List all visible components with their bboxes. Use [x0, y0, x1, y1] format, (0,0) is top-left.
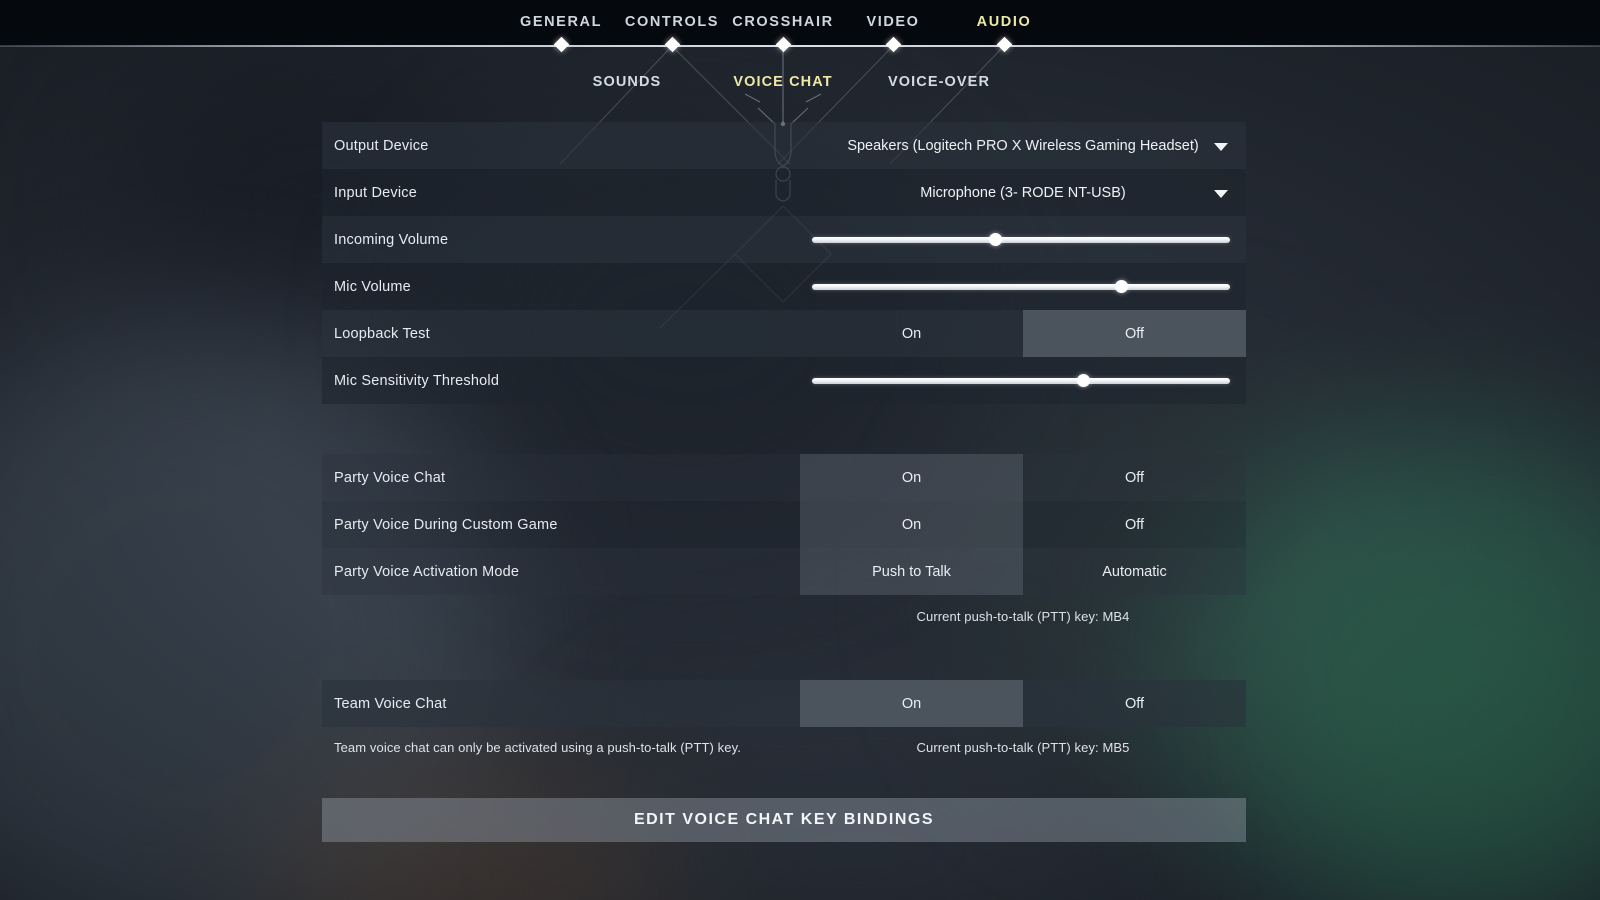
setting-label-party-voice-chat: Party Voice Chat	[334, 469, 446, 486]
toggle-party-voice-during-custom-game: On Off	[800, 501, 1246, 548]
voice-chat-settings-panel: Output Device Speakers (Logitech PRO X Wi…	[322, 122, 1246, 757]
dropdown-value-input-device: Microphone (3- RODE NT-USB)	[920, 184, 1126, 201]
tab-video[interactable]: VIDEO	[866, 14, 919, 30]
slider-incoming-volume[interactable]	[812, 233, 1230, 246]
toggle-option-loopback-test-on[interactable]: On	[800, 310, 1023, 357]
party-voice-group: Party Voice Chat On Off Party Voice During …	[322, 454, 1246, 595]
setting-control-output-device: Speakers (Logitech PRO X Wireless Gaming…	[800, 122, 1246, 169]
setting-control-party-voice-during-custom-game: On Off	[800, 501, 1246, 548]
toggle-option-team-voice-chat-on[interactable]: On	[800, 680, 1023, 727]
setting-row-mic-volume: Mic Volume	[322, 263, 1246, 310]
setting-control-party-voice-activation-mode: Push to Talk Automatic	[800, 548, 1246, 595]
toggle-option-party-voice-activation-mode-automatic[interactable]: Automatic	[1023, 548, 1246, 595]
tab-audio[interactable]: AUDIO	[977, 14, 1032, 30]
setting-row-mic-sensitivity-threshold: Mic Sensitivity Threshold	[322, 357, 1246, 404]
dropdown-output-device[interactable]: Speakers (Logitech PRO X Wireless Gaming…	[800, 122, 1246, 169]
toggle-option-party-voice-during-custom-game-off[interactable]: Off	[1023, 501, 1246, 548]
toggle-loopback-test: On Off	[800, 310, 1246, 357]
setting-control-party-voice-chat: On Off	[800, 454, 1246, 501]
dropdown-value-output-device: Speakers (Logitech PRO X Wireless Gaming…	[847, 137, 1199, 154]
toggle-party-voice-activation-mode: Push to Talk Automatic	[800, 548, 1246, 595]
chevron-down-icon	[1214, 189, 1228, 198]
slider-mic-sensitivity-threshold[interactable]	[812, 374, 1230, 387]
edit-bindings-label: EDIT VOICE CHAT KEY BINDINGS	[633, 811, 935, 828]
setting-label-output-device: Output Device	[334, 137, 429, 154]
setting-label-input-device: Input Device	[334, 184, 417, 201]
toggle-option-party-voice-chat-on[interactable]: On	[800, 454, 1023, 501]
edit-voice-chat-key-bindings-button[interactable]: EDIT VOICE CHAT KEY BINDINGS	[322, 798, 1246, 842]
dropdown-input-device[interactable]: Microphone (3- RODE NT-USB)	[800, 169, 1246, 216]
toggle-option-team-voice-chat-off[interactable]: Off	[1023, 680, 1246, 727]
setting-row-input-device: Input Device Microphone (3- RODE NT-USB)	[322, 169, 1246, 216]
setting-row-loopback-test: Loopback Test On Off	[322, 310, 1246, 357]
slider-handle-mic-sensitivity-threshold[interactable]	[1077, 374, 1091, 387]
setting-row-team-voice-chat: Team Voice Chat On Off	[322, 680, 1246, 727]
setting-label-party-voice-activation-mode: Party Voice Activation Mode	[334, 563, 520, 580]
chevron-down-icon	[1214, 142, 1228, 151]
setting-label-team-voice-chat: Team Voice Chat	[334, 695, 447, 712]
slider-mic-volume[interactable]	[812, 280, 1230, 293]
audio-device-group: Output Device Speakers (Logitech PRO X Wi…	[322, 122, 1246, 404]
toggle-option-party-voice-activation-mode-push-to-talk[interactable]: Push to Talk	[800, 548, 1023, 595]
toggle-team-voice-chat: On Off	[800, 680, 1246, 727]
setting-label-incoming-volume: Incoming Volume	[334, 231, 449, 248]
toggle-option-party-voice-during-custom-game-on[interactable]: On	[800, 501, 1023, 548]
sub-tab-bar: SOUNDS VOICE CHAT VOICE-OVER	[0, 46, 1600, 102]
setting-label-loopback-test: Loopback Test	[334, 325, 430, 342]
setting-control-team-voice-chat: On Off	[800, 680, 1246, 727]
party-ptt-key-note: Current push-to-talk (PTT) key: MB4	[916, 609, 1130, 624]
slider-handle-incoming-volume[interactable]	[989, 233, 1003, 246]
toggle-option-loopback-test-off[interactable]: Off	[1023, 310, 1246, 357]
setting-label-party-voice-during-custom-game: Party Voice During Custom Game	[334, 516, 558, 533]
subtab-voice-over[interactable]: VOICE-OVER	[888, 74, 990, 90]
slider-handle-mic-volume[interactable]	[1114, 280, 1128, 293]
subtab-voice-chat[interactable]: VOICE CHAT	[733, 74, 832, 90]
tab-crosshair[interactable]: CROSSHAIR	[732, 14, 833, 30]
toggle-option-party-voice-chat-off[interactable]: Off	[1023, 454, 1246, 501]
setting-control-incoming-volume	[800, 216, 1246, 263]
team-voice-group: Team Voice Chat On Off	[322, 680, 1246, 727]
setting-label-mic-sensitivity-threshold: Mic Sensitivity Threshold	[334, 372, 500, 389]
setting-control-mic-volume	[800, 263, 1246, 310]
setting-control-mic-sensitivity-threshold	[800, 357, 1246, 404]
tab-general[interactable]: GENERAL	[520, 14, 602, 30]
setting-label-mic-volume: Mic Volume	[334, 278, 411, 295]
setting-row-incoming-volume: Incoming Volume	[322, 216, 1246, 263]
setting-control-input-device: Microphone (3- RODE NT-USB)	[800, 169, 1246, 216]
subtab-sounds[interactable]: SOUNDS	[593, 74, 662, 90]
tab-controls[interactable]: CONTROLS	[625, 14, 719, 30]
setting-row-party-voice-chat: Party Voice Chat On Off	[322, 454, 1246, 501]
setting-row-party-voice-activation-mode: Party Voice Activation Mode Push to Talk A…	[322, 548, 1246, 595]
team-voice-hint: Team voice chat can only be activated us…	[334, 740, 741, 755]
team-ptt-key-note: Current push-to-talk (PTT) key: MB5	[916, 740, 1130, 755]
setting-row-party-voice-during-custom-game: Party Voice During Custom Game On Off	[322, 501, 1246, 548]
setting-control-loopback-test: On Off	[800, 310, 1246, 357]
main-tab-bar: GENERAL CONTROLS CROSSHAIR VIDEO AUDIO	[0, 0, 1600, 46]
settings-header-bar: GENERAL CONTROLS CROSSHAIR VIDEO AUDIO	[0, 0, 1600, 46]
toggle-party-voice-chat: On Off	[800, 454, 1246, 501]
setting-row-output-device: Output Device Speakers (Logitech PRO X Wi…	[322, 122, 1246, 169]
